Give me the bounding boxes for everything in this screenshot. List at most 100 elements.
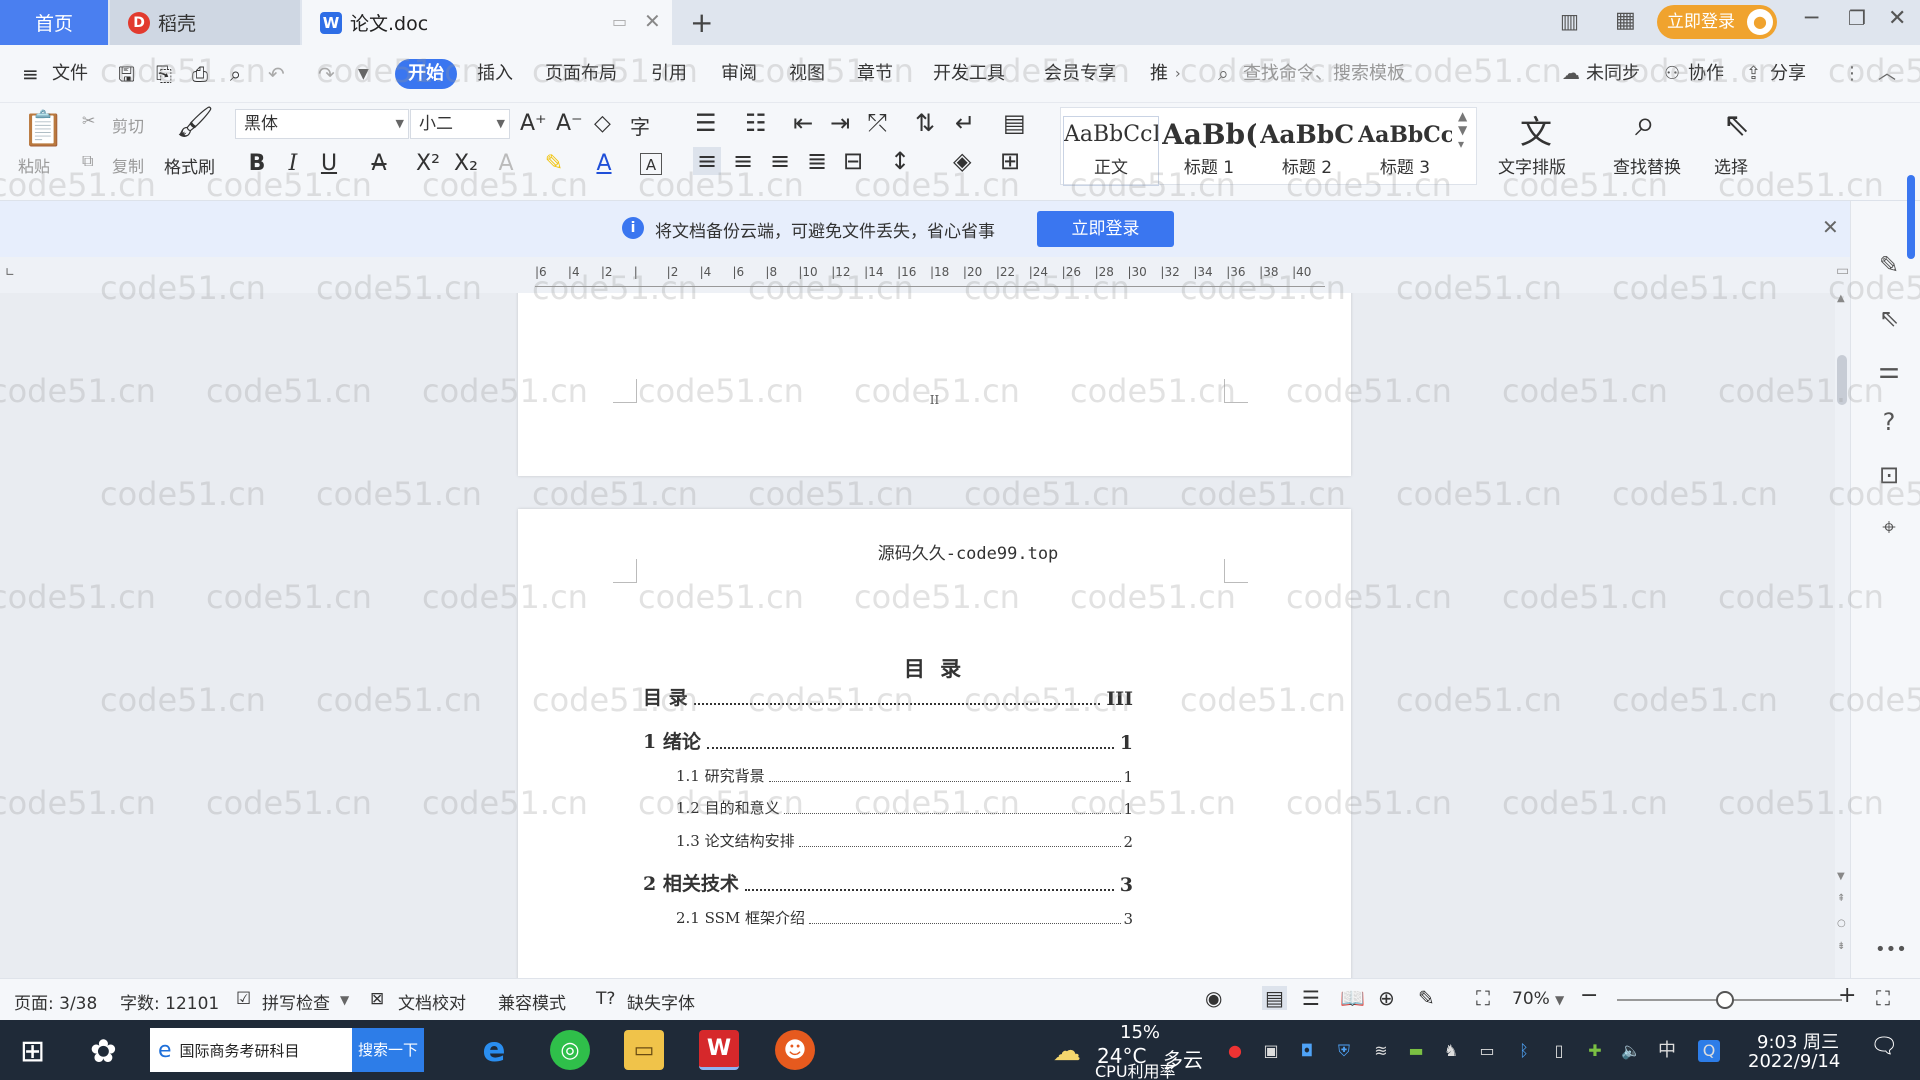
next-page-icon[interactable]: ⇟: [1837, 941, 1845, 952]
sort-icon[interactable]: ⇅: [915, 109, 935, 137]
collab-button[interactable]: 协作: [1688, 59, 1724, 89]
style-heading-2[interactable]: AaBbC 标题 2: [1259, 116, 1355, 186]
tab-stop-icon[interactable]: ∟: [5, 265, 15, 279]
help-icon[interactable]: ?: [1875, 408, 1903, 436]
toc-entry[interactable]: 1.1 研究背景 1: [676, 765, 1133, 786]
wifi-icon[interactable]: ≋: [1370, 1040, 1392, 1062]
ime-indicator[interactable]: 中: [1656, 1040, 1678, 1062]
taskbar-search-button[interactable]: 搜索一下: [351, 1028, 424, 1072]
banner-login-button[interactable]: 立即登录: [1037, 211, 1174, 247]
style-normal[interactable]: AaBbCcI 正文: [1063, 116, 1159, 186]
zoom-level[interactable]: 70%: [1512, 989, 1550, 1009]
menu-member[interactable]: 会员专享: [1044, 59, 1116, 89]
vertical-scrollbar[interactable]: ▲ ▼ ⇞ ○ ⇟: [1835, 293, 1849, 978]
toc-entry[interactable]: 1.3 论文结构安排 2: [676, 830, 1133, 851]
select-button[interactable]: 选择: [1714, 153, 1748, 178]
strikethrough-icon[interactable]: A: [365, 149, 393, 179]
collapse-ribbon-icon[interactable]: ︿: [1878, 59, 1896, 89]
zoom-slider-track[interactable]: [1617, 991, 1842, 1009]
apps-grid-icon[interactable]: ▦: [1615, 8, 1636, 33]
tab-daoke[interactable]: D 稻壳: [110, 0, 300, 45]
decrease-indent-icon[interactable]: ⇤: [793, 109, 813, 137]
quick-access-dropdown-icon[interactable]: ▼: [358, 59, 369, 89]
italic-icon[interactable]: I: [279, 149, 307, 179]
show-marks-icon[interactable]: ↵: [955, 109, 975, 137]
ie-browser-icon[interactable]: e: [474, 1030, 514, 1070]
restore-icon[interactable]: ❐: [1848, 6, 1866, 30]
toc-entry[interactable]: 1 绪论 1: [643, 727, 1133, 754]
hamburger-icon[interactable]: ≡: [22, 59, 39, 89]
login-button[interactable]: 立即登录 ●: [1657, 5, 1777, 39]
zoom-slider-thumb[interactable]: [1716, 991, 1734, 1009]
adjust-sliders-icon[interactable]: ⚌: [1875, 356, 1903, 384]
menu-review[interactable]: 审阅: [721, 59, 757, 89]
copy-button[interactable]: 复制: [112, 153, 144, 177]
numbered-list-icon[interactable]: ☷: [745, 109, 767, 137]
justify-icon[interactable]: ≣: [807, 147, 827, 175]
tab-home[interactable]: 首页: [0, 0, 108, 45]
font-color-icon[interactable]: A: [590, 149, 618, 179]
align-right-icon[interactable]: ≡: [770, 147, 790, 175]
export-icon[interactable]: ⎘: [156, 59, 172, 89]
line-spacing-icon[interactable]: ↕: [890, 147, 910, 175]
cut-button[interactable]: 剪切: [112, 113, 144, 137]
image-search-icon[interactable]: ⊡: [1875, 461, 1903, 489]
distribute-icon[interactable]: ⊟: [843, 147, 863, 175]
more-tools-icon[interactable]: •••: [1875, 936, 1907, 964]
format-painter-button[interactable]: 格式刷: [164, 153, 215, 178]
fullscreen-icon[interactable]: ⛶: [1876, 986, 1890, 1010]
ruler-scroll-icon[interactable]: ▭: [1836, 263, 1849, 279]
unsynced-button[interactable]: 未同步: [1586, 59, 1640, 89]
underline-icon[interactable]: U: [315, 149, 343, 179]
eye-protect-icon[interactable]: ◉: [1205, 986, 1222, 1010]
wps-taskbar-icon[interactable]: W: [699, 1030, 739, 1070]
minimize-icon[interactable]: ─: [1805, 6, 1818, 31]
print-icon[interactable]: ⎙: [192, 59, 208, 89]
layout-icon[interactable]: ▥: [1560, 9, 1579, 33]
document-canvas[interactable]: II 源码久久-code99.top 目 录 目 录 III 1 绪论 1 1.1 …: [0, 293, 1835, 978]
shield-icon[interactable]: ⛨: [1333, 1040, 1355, 1062]
scroll-up-icon[interactable]: ▲: [1837, 293, 1845, 304]
more-menu-icon[interactable]: ⋮: [1843, 59, 1861, 89]
style-heading-1[interactable]: AaBb(标题 1: [1161, 116, 1257, 186]
find-replace-button[interactable]: 查找替换: [1613, 153, 1681, 178]
horizontal-ruler[interactable]: |6 |4 |2 | |2 |4 |6 |8 |10 |12 |14 |16 |18 |20 |22 |24 |…: [535, 265, 1325, 287]
menu-page-layout[interactable]: 页面布局: [545, 59, 617, 89]
borders-icon[interactable]: ⊞: [1000, 147, 1020, 175]
volume-icon[interactable]: 🔈: [1620, 1040, 1642, 1062]
chevron-down-icon[interactable]: ▼: [1555, 993, 1564, 1007]
grow-font-icon[interactable]: A⁺: [520, 111, 547, 136]
close-window-icon[interactable]: ✕: [1888, 6, 1906, 31]
scroll-thumb[interactable]: [1837, 355, 1847, 405]
increase-indent-icon[interactable]: ⇥: [830, 109, 850, 137]
menu-chapter[interactable]: 章节: [857, 59, 893, 89]
toc-entry[interactable]: 2.1 SSM 框架介绍 3: [676, 907, 1133, 928]
highlight-icon[interactable]: ✎: [540, 149, 568, 179]
save-icon[interactable]: 🖫: [118, 59, 135, 89]
menu-recommend[interactable]: 推: [1150, 59, 1168, 89]
taskbar-search-input[interactable]: 国际商务考研科目: [180, 1040, 352, 1061]
prev-page-icon[interactable]: ⇞: [1837, 893, 1845, 904]
share-button[interactable]: 分享: [1770, 59, 1806, 89]
windows-start-icon[interactable]: ⊞: [20, 1034, 45, 1069]
word-count[interactable]: 字数: 12101: [120, 989, 219, 1014]
paste-button[interactable]: 粘贴: [18, 153, 50, 177]
spell-check-button[interactable]: 拼写检查: [262, 989, 330, 1014]
tray-security-icon[interactable]: ◘: [1296, 1040, 1318, 1062]
pointer-icon[interactable]: ⇖: [1875, 304, 1903, 332]
bluetooth-icon[interactable]: ᛒ: [1513, 1040, 1535, 1062]
styles-scroll-icon[interactable]: ▲ ▼ ▾: [1458, 109, 1467, 151]
screen-icon[interactable]: ▭: [612, 12, 627, 31]
text-layout-button[interactable]: 文字排版: [1498, 153, 1566, 178]
usb-icon[interactable]: ▯: [1548, 1040, 1570, 1062]
clear-format-icon[interactable]: ◇: [594, 111, 611, 136]
tray-green-icon[interactable]: ✚: [1584, 1040, 1606, 1062]
chevron-down-icon[interactable]: ▼: [340, 993, 349, 1007]
qq-icon[interactable]: ♞: [1440, 1040, 1462, 1062]
toc-entry[interactable]: 目 录 III: [643, 683, 1133, 710]
fit-page-icon[interactable]: ⛶: [1476, 986, 1490, 1010]
print-preview-icon[interactable]: ⌕: [230, 59, 241, 89]
menu-start[interactable]: 开始: [395, 59, 457, 89]
align-center-icon[interactable]: ≡: [733, 147, 753, 175]
char-border-icon[interactable]: A: [640, 153, 662, 175]
